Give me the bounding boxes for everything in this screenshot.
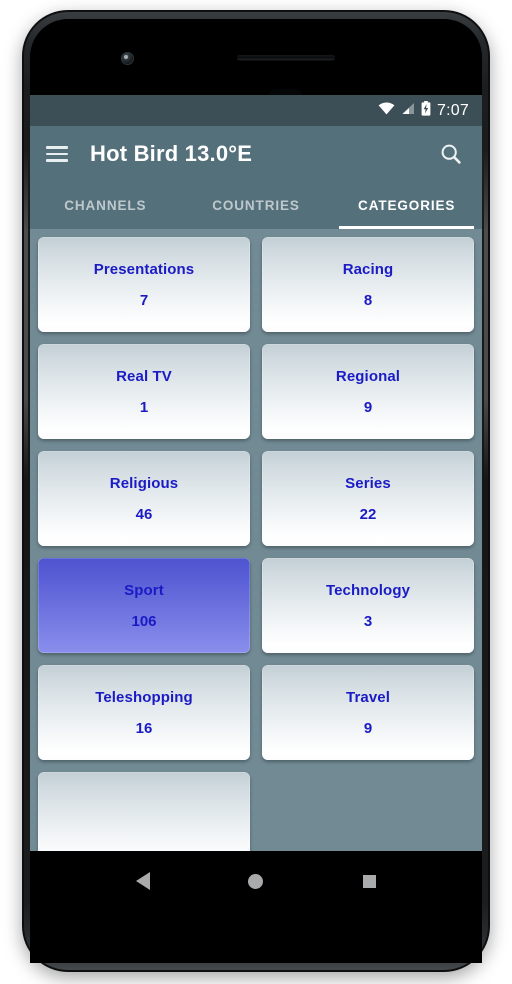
search-icon[interactable] bbox=[436, 139, 466, 169]
category-card-presentations[interactable]: Presentations 7 bbox=[38, 237, 250, 332]
android-navigation-bar bbox=[30, 851, 482, 911]
category-card-sport[interactable]: Sport 106 bbox=[38, 558, 250, 653]
hamburger-line-1 bbox=[46, 146, 68, 149]
category-card-count: 7 bbox=[139, 291, 149, 309]
category-card-real-tv[interactable]: Real TV 1 bbox=[38, 344, 250, 439]
category-card-partial-next[interactable] bbox=[38, 772, 250, 851]
wifi-icon bbox=[378, 102, 395, 120]
category-card-series[interactable]: Series 22 bbox=[262, 451, 474, 546]
category-card-count: 3 bbox=[363, 612, 373, 630]
categories-content: Presentations 7 Racing 8 Real TV 1 Regio… bbox=[30, 229, 482, 851]
status-bar-icons bbox=[378, 100, 431, 121]
category-card-title: Racing bbox=[342, 260, 394, 278]
page-title: Hot Bird 13.0°E bbox=[90, 141, 253, 166]
category-card-title: Series bbox=[345, 474, 391, 492]
screenshot-root: 7:07 Hot Bird 13.0°E CHANNELS COUNTRIES … bbox=[0, 0, 512, 984]
category-card-count: 106 bbox=[131, 612, 157, 630]
category-card-title: Teleshopping bbox=[95, 688, 193, 706]
hamburger-menu-icon[interactable] bbox=[46, 146, 68, 162]
recents-icon[interactable] bbox=[352, 864, 386, 898]
category-card-count: 46 bbox=[135, 505, 153, 523]
category-card-travel[interactable]: Travel 9 bbox=[262, 665, 474, 760]
category-card-title: Technology bbox=[325, 581, 411, 599]
category-card-count: 16 bbox=[135, 719, 153, 737]
hamburger-line-3 bbox=[46, 159, 68, 162]
category-card-religious[interactable]: Religious 46 bbox=[38, 451, 250, 546]
tab-countries[interactable]: COUNTRIES bbox=[181, 182, 332, 229]
category-card-count: 9 bbox=[363, 719, 373, 737]
category-card-teleshopping[interactable]: Teleshopping 16 bbox=[38, 665, 250, 760]
tab-bar: CHANNELS COUNTRIES CATEGORIES bbox=[30, 182, 482, 229]
front-camera-icon bbox=[121, 52, 134, 65]
category-card-racing[interactable]: Racing 8 bbox=[262, 237, 474, 332]
category-card-title: Presentations bbox=[93, 260, 195, 278]
category-card-grid: Presentations 7 Racing 8 Real TV 1 Regio… bbox=[38, 237, 474, 851]
category-card-regional[interactable]: Regional 9 bbox=[262, 344, 474, 439]
category-card-title: Regional bbox=[335, 367, 401, 385]
status-bar: 7:07 bbox=[30, 95, 482, 126]
bottom-bezel-fill bbox=[30, 911, 482, 963]
phone-side-highlight-left bbox=[24, 150, 28, 480]
app-bar: Hot Bird 13.0°E bbox=[30, 126, 482, 182]
category-card-title: Travel bbox=[346, 688, 390, 706]
category-card-count: 8 bbox=[363, 291, 373, 309]
phone-side-highlight-right bbox=[484, 150, 488, 480]
category-card-technology[interactable]: Technology 3 bbox=[262, 558, 474, 653]
status-bar-clock: 7:07 bbox=[437, 101, 469, 119]
category-card-title: Sport bbox=[124, 581, 164, 599]
back-icon[interactable] bbox=[126, 864, 160, 898]
hamburger-line-2 bbox=[46, 152, 68, 156]
cellular-signal-icon bbox=[401, 102, 415, 120]
category-card-count: 1 bbox=[139, 398, 149, 416]
category-card-count: 22 bbox=[359, 505, 377, 523]
phone-screen: 7:07 Hot Bird 13.0°E CHANNELS COUNTRIES … bbox=[30, 95, 482, 851]
battery-charging-icon bbox=[421, 100, 431, 121]
category-card-title: Religious bbox=[109, 474, 179, 492]
category-card-count: 9 bbox=[363, 398, 373, 416]
earpiece-speaker-icon bbox=[237, 55, 335, 60]
tab-channels[interactable]: CHANNELS bbox=[30, 182, 181, 229]
home-icon[interactable] bbox=[239, 864, 273, 898]
category-card-title: Real TV bbox=[116, 367, 172, 385]
tab-categories[interactable]: CATEGORIES bbox=[331, 182, 482, 229]
